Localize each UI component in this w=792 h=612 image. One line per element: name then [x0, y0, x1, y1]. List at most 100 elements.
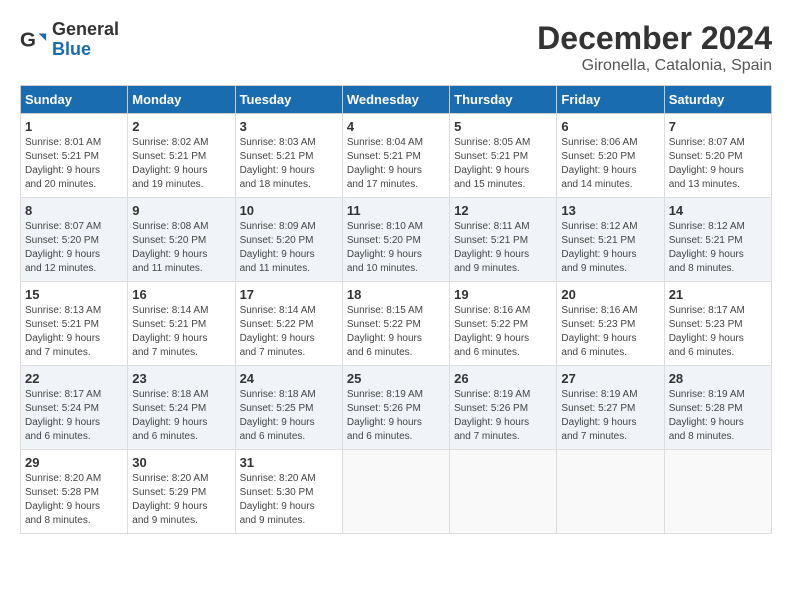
table-row: 28 Sunrise: 8:19 AM Sunset: 5:28 PM Dayli…	[664, 366, 771, 450]
calendar-row: 1Sunrise: 8:01 AM Sunset: 5:21 PM Daylig…	[21, 114, 772, 198]
day-number: 23	[132, 371, 230, 386]
col-thursday: Thursday	[450, 86, 557, 114]
table-row: 19Sunrise: 8:16 AM Sunset: 5:22 PM Dayli…	[450, 282, 557, 366]
day-info: Sunrise: 8:19 AM Sunset: 5:26 PM Dayligh…	[454, 388, 552, 444]
day-number: 12	[454, 203, 552, 218]
table-row: 24 Sunrise: 8:18 AM Sunset: 5:25 PM Dayli…	[235, 366, 342, 450]
day-info: Sunrise: 8:07 AM Sunset: 5:20 PM Dayligh…	[25, 220, 123, 276]
day-info: Sunrise: 8:09 AM Sunset: 5:20 PM Dayligh…	[240, 220, 338, 276]
table-row: 27 Sunrise: 8:19 AM Sunset: 5:27 PM Dayli…	[557, 366, 664, 450]
day-info: Sunrise: 8:13 AM Sunset: 5:21 PM Dayligh…	[25, 304, 123, 360]
table-row: 16 Sunrise: 8:14 AM Sunset: 5:21 PM Dayli…	[128, 282, 235, 366]
day-number: 21	[669, 287, 767, 302]
table-row	[557, 450, 664, 534]
day-info: Sunrise: 8:03 AM Sunset: 5:21 PM Dayligh…	[240, 136, 338, 192]
day-number: 6	[561, 119, 659, 134]
location-subtitle: Gironella, Catalonia, Spain	[537, 57, 772, 75]
day-info: Sunrise: 8:05 AM Sunset: 5:21 PM Dayligh…	[454, 136, 552, 192]
day-number: 25	[347, 371, 445, 386]
day-info: Sunrise: 8:20 AM Sunset: 5:28 PM Dayligh…	[25, 472, 123, 528]
table-row: 20 Sunrise: 8:16 AM Sunset: 5:23 PM Dayli…	[557, 282, 664, 366]
day-info: Sunrise: 8:10 AM Sunset: 5:20 PM Dayligh…	[347, 220, 445, 276]
table-row: 30 Sunrise: 8:20 AM Sunset: 5:29 PM Dayli…	[128, 450, 235, 534]
calendar-row: 22 Sunrise: 8:17 AM Sunset: 5:24 PM Dayli…	[21, 366, 772, 450]
day-info: Sunrise: 8:14 AM Sunset: 5:21 PM Dayligh…	[132, 304, 230, 360]
col-monday: Monday	[128, 86, 235, 114]
day-info: Sunrise: 8:17 AM Sunset: 5:23 PM Dayligh…	[669, 304, 767, 360]
day-info: Sunrise: 8:12 AM Sunset: 5:21 PM Dayligh…	[669, 220, 767, 276]
day-number: 18	[347, 287, 445, 302]
table-row: 5 Sunrise: 8:05 AM Sunset: 5:21 PM Daylig…	[450, 114, 557, 198]
table-row: 22 Sunrise: 8:17 AM Sunset: 5:24 PM Dayli…	[21, 366, 128, 450]
logo-icon: G	[20, 26, 48, 54]
day-number: 13	[561, 203, 659, 218]
day-info: Sunrise: 8:12 AM Sunset: 5:21 PM Dayligh…	[561, 220, 659, 276]
col-wednesday: Wednesday	[342, 86, 449, 114]
day-info: Sunrise: 8:20 AM Sunset: 5:29 PM Dayligh…	[132, 472, 230, 528]
day-number: 10	[240, 203, 338, 218]
day-number: 16	[132, 287, 230, 302]
day-number: 9	[132, 203, 230, 218]
logo: G General Blue	[20, 20, 119, 60]
day-info: Sunrise: 8:16 AM Sunset: 5:23 PM Dayligh…	[561, 304, 659, 360]
day-info: Sunrise: 8:17 AM Sunset: 5:24 PM Dayligh…	[25, 388, 123, 444]
table-row: 10 Sunrise: 8:09 AM Sunset: 5:20 PM Dayli…	[235, 198, 342, 282]
calendar-row: 15 Sunrise: 8:13 AM Sunset: 5:21 PM Dayli…	[21, 282, 772, 366]
table-row: 7Sunrise: 8:07 AM Sunset: 5:20 PM Daylig…	[664, 114, 771, 198]
day-number: 22	[25, 371, 123, 386]
table-row: 2Sunrise: 8:02 AM Sunset: 5:21 PM Daylig…	[128, 114, 235, 198]
table-row	[664, 450, 771, 534]
table-row	[450, 450, 557, 534]
logo-text: General Blue	[52, 20, 119, 60]
table-row: 26 Sunrise: 8:19 AM Sunset: 5:26 PM Dayli…	[450, 366, 557, 450]
col-tuesday: Tuesday	[235, 86, 342, 114]
day-number: 5	[454, 119, 552, 134]
day-number: 15	[25, 287, 123, 302]
col-sunday: Sunday	[21, 86, 128, 114]
table-row: 1Sunrise: 8:01 AM Sunset: 5:21 PM Daylig…	[21, 114, 128, 198]
day-number: 14	[669, 203, 767, 218]
page-header: G General Blue December 2024 Gironella, …	[20, 20, 772, 75]
day-number: 28	[669, 371, 767, 386]
day-info: Sunrise: 8:14 AM Sunset: 5:22 PM Dayligh…	[240, 304, 338, 360]
day-number: 1	[25, 119, 123, 134]
table-row: 15 Sunrise: 8:13 AM Sunset: 5:21 PM Dayli…	[21, 282, 128, 366]
day-number: 31	[240, 455, 338, 470]
day-info: Sunrise: 8:16 AM Sunset: 5:22 PM Dayligh…	[454, 304, 552, 360]
calendar-row: 29 Sunrise: 8:20 AM Sunset: 5:28 PM Dayli…	[21, 450, 772, 534]
table-row: 21 Sunrise: 8:17 AM Sunset: 5:23 PM Dayli…	[664, 282, 771, 366]
day-number: 11	[347, 203, 445, 218]
day-number: 30	[132, 455, 230, 470]
col-saturday: Saturday	[664, 86, 771, 114]
table-row: 11 Sunrise: 8:10 AM Sunset: 5:20 PM Dayli…	[342, 198, 449, 282]
table-row: 6Sunrise: 8:06 AM Sunset: 5:20 PM Daylig…	[557, 114, 664, 198]
day-number: 29	[25, 455, 123, 470]
day-number: 20	[561, 287, 659, 302]
day-number: 26	[454, 371, 552, 386]
col-friday: Friday	[557, 86, 664, 114]
day-number: 24	[240, 371, 338, 386]
table-row: 23 Sunrise: 8:18 AM Sunset: 5:24 PM Dayli…	[128, 366, 235, 450]
day-number: 27	[561, 371, 659, 386]
day-info: Sunrise: 8:08 AM Sunset: 5:20 PM Dayligh…	[132, 220, 230, 276]
table-row: 8Sunrise: 8:07 AM Sunset: 5:20 PM Daylig…	[21, 198, 128, 282]
day-info: Sunrise: 8:19 AM Sunset: 5:28 PM Dayligh…	[669, 388, 767, 444]
day-info: Sunrise: 8:15 AM Sunset: 5:22 PM Dayligh…	[347, 304, 445, 360]
table-row	[342, 450, 449, 534]
calendar-table: Sunday Monday Tuesday Wednesday Thursday…	[20, 85, 772, 534]
table-row: 31Sunrise: 8:20 AM Sunset: 5:30 PM Dayli…	[235, 450, 342, 534]
day-info: Sunrise: 8:19 AM Sunset: 5:27 PM Dayligh…	[561, 388, 659, 444]
table-row: 3Sunrise: 8:03 AM Sunset: 5:21 PM Daylig…	[235, 114, 342, 198]
table-row: 13 Sunrise: 8:12 AM Sunset: 5:21 PM Dayli…	[557, 198, 664, 282]
title-block: December 2024 Gironella, Catalonia, Spai…	[537, 20, 772, 75]
day-info: Sunrise: 8:18 AM Sunset: 5:25 PM Dayligh…	[240, 388, 338, 444]
day-info: Sunrise: 8:18 AM Sunset: 5:24 PM Dayligh…	[132, 388, 230, 444]
calendar-row: 8Sunrise: 8:07 AM Sunset: 5:20 PM Daylig…	[21, 198, 772, 282]
day-info: Sunrise: 8:07 AM Sunset: 5:20 PM Dayligh…	[669, 136, 767, 192]
table-row: 9 Sunrise: 8:08 AM Sunset: 5:20 PM Daylig…	[128, 198, 235, 282]
table-row: 29 Sunrise: 8:20 AM Sunset: 5:28 PM Dayli…	[21, 450, 128, 534]
day-info: Sunrise: 8:11 AM Sunset: 5:21 PM Dayligh…	[454, 220, 552, 276]
table-row: 12 Sunrise: 8:11 AM Sunset: 5:21 PM Dayli…	[450, 198, 557, 282]
svg-text:G: G	[20, 28, 36, 51]
day-number: 17	[240, 287, 338, 302]
